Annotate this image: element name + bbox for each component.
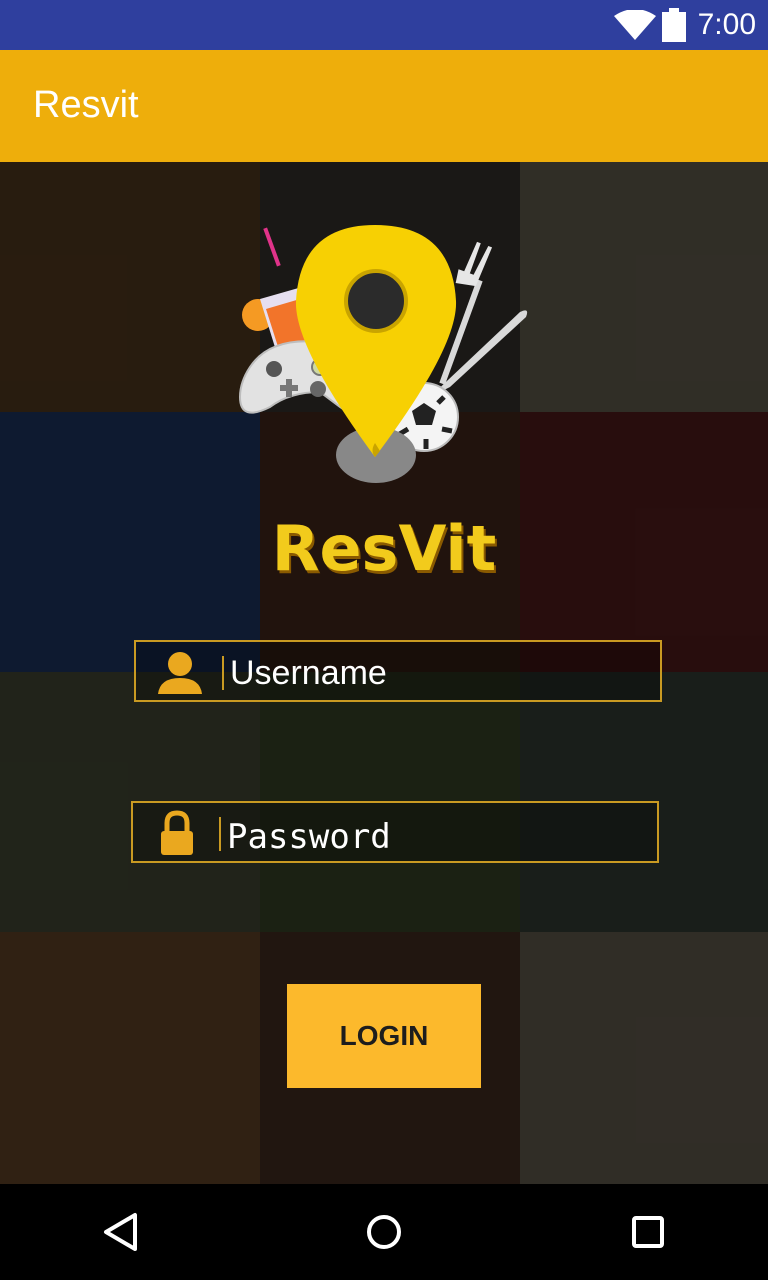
password-field[interactable]: Password: [131, 801, 659, 863]
brand-logo-text: ResVit: [271, 512, 497, 585]
username-field[interactable]: Username: [134, 640, 662, 702]
battery-icon: [662, 8, 686, 42]
back-triangle-icon[interactable]: [102, 1212, 138, 1252]
lock-icon: [161, 810, 193, 855]
home-circle-icon[interactable]: [366, 1214, 402, 1250]
app-bar: Resvit: [0, 50, 768, 162]
username-input[interactable]: Username: [230, 654, 387, 693]
user-icon: [158, 652, 202, 694]
login-screen: ResVit Username Password LOGIN: [0, 162, 768, 1184]
navigation-bar: [0, 1184, 768, 1280]
wifi-icon: [614, 10, 656, 40]
status-bar: 7:00: [0, 0, 768, 50]
recents-square-icon[interactable]: [632, 1216, 664, 1248]
clock: 7:00: [697, 8, 756, 41]
app-title: Resvit: [33, 84, 139, 126]
password-input[interactable]: Password: [227, 817, 391, 857]
map-pin-logo-icon: [238, 225, 528, 483]
login-button[interactable]: LOGIN: [287, 984, 481, 1088]
